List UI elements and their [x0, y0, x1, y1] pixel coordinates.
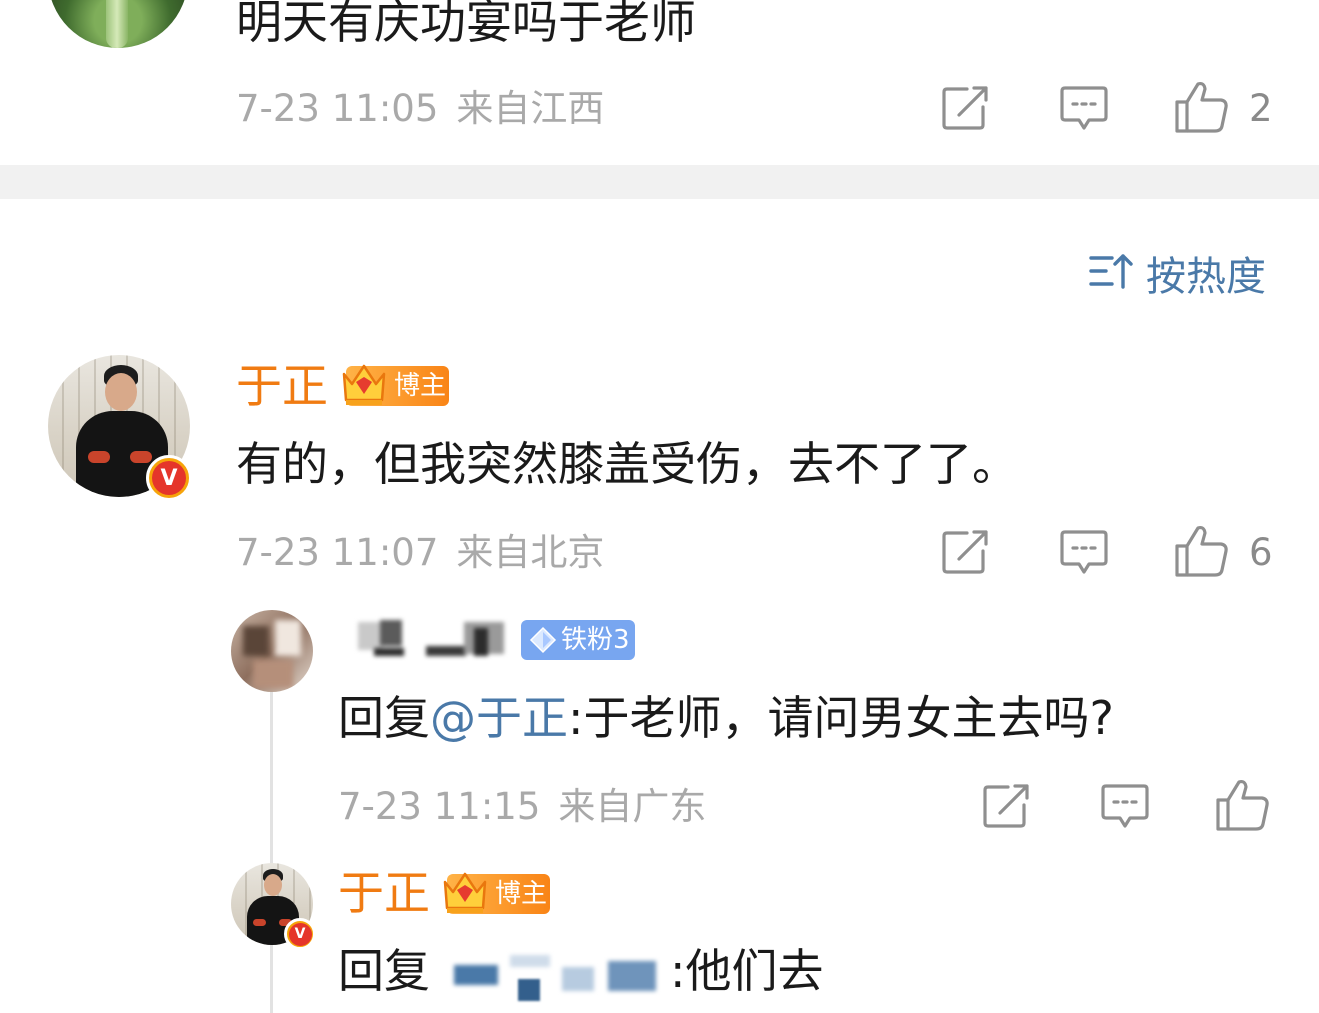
blogger-badge: 博主 [443, 872, 550, 914]
sort-label: 按热度 [1146, 254, 1266, 300]
verified-v-icon: V [146, 455, 192, 501]
username-main[interactable]: 于正 [236, 358, 328, 414]
crown-icon [439, 868, 491, 922]
comment-location: 来自江西 [456, 87, 605, 130]
share-icon[interactable] [941, 85, 991, 131]
like-icon[interactable] [1215, 778, 1271, 832]
avatar-reply-user[interactable] [231, 610, 313, 692]
sort-by-heat-button[interactable]: 按热度 [1088, 248, 1266, 300]
blogger-badge-label: 博主 [394, 371, 447, 401]
comment-meta-main: 7-23 11:07 来自北京 [236, 531, 604, 575]
comment-icon[interactable] [1059, 85, 1109, 133]
crown-icon [338, 360, 390, 414]
mention-redacted[interactable] [430, 954, 670, 1001]
username-reply-2[interactable]: 于正 [338, 865, 430, 921]
comment-icon[interactable] [1059, 529, 1109, 577]
avatar-top-comment[interactable] [48, 0, 188, 48]
like-icon[interactable] [1174, 524, 1230, 578]
comment-text-top: 明天有庆功宴吗于老师 [236, 0, 696, 49]
comment-location: 来自北京 [456, 531, 605, 574]
verified-v-icon: V [284, 918, 316, 950]
share-icon[interactable] [941, 529, 991, 575]
iron-fan-badge: 铁粉3 [521, 620, 635, 660]
comment-text-main: 有的，但我突然膝盖受伤，去不了了。 [236, 437, 1018, 491]
comment-time: 7-23 11:07 [236, 531, 439, 574]
username-reply-redacted[interactable] [340, 618, 512, 664]
section-divider [0, 165, 1319, 199]
comment-meta-top: 7-23 11:05 来自江西 [236, 87, 604, 131]
comment-location: 来自广东 [558, 785, 707, 828]
blogger-badge: 博主 [342, 364, 449, 406]
like-count-main: 6 [1249, 531, 1273, 574]
sort-icon [1088, 251, 1134, 295]
comment-time: 7-23 11:15 [338, 785, 541, 828]
mention-link[interactable]: @于正 [430, 691, 568, 745]
comment-text-reply-2: 回复 :他们去 [338, 943, 824, 1001]
comment-text-reply-1: 回复@于正:于老师，请问男女主去吗? [338, 690, 1114, 746]
share-icon[interactable] [982, 783, 1032, 829]
like-count-top: 2 [1249, 87, 1273, 130]
comment-meta-reply-1: 7-23 11:15 来自广东 [338, 785, 706, 829]
blogger-badge-label: 博主 [495, 879, 548, 909]
thread-line [270, 690, 273, 1013]
reply-prefix: 回复 [338, 691, 430, 745]
reply-body: :他们去 [670, 944, 824, 998]
diamond-icon [529, 626, 557, 658]
comment-icon[interactable] [1100, 783, 1150, 831]
comment-time: 7-23 11:05 [236, 87, 439, 130]
reply-body: :于老师，请问男女主去吗? [568, 691, 1114, 745]
iron-fan-badge-label: 铁粉3 [561, 625, 630, 655]
reply-prefix: 回复 [338, 944, 430, 998]
like-icon[interactable] [1174, 80, 1230, 134]
